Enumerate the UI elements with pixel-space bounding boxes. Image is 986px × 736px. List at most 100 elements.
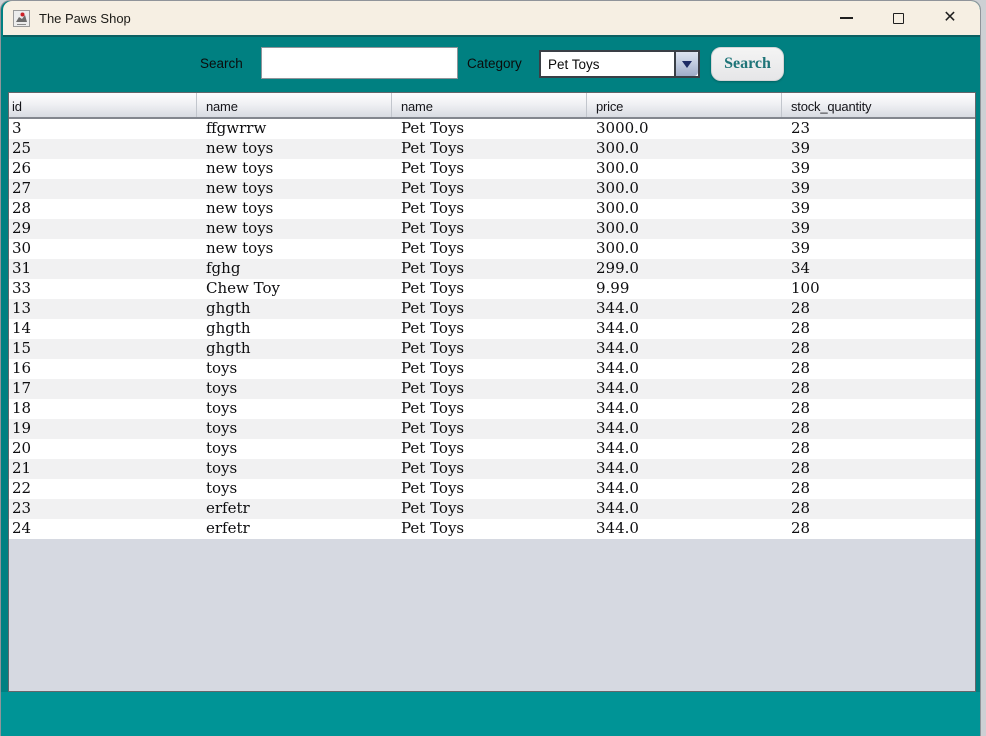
table-cell: 28 [782, 419, 974, 439]
column-header-4[interactable]: stock_quantity [782, 93, 974, 117]
table-row[interactable]: 16toysPet Toys344.028 [9, 359, 975, 379]
table-row[interactable]: 20toysPet Toys344.028 [9, 439, 975, 459]
table-cell: 23 [9, 499, 197, 519]
column-header-2[interactable]: name [392, 93, 587, 117]
window-title: The Paws Shop [39, 11, 838, 26]
table-cell: 28 [782, 439, 974, 459]
table-cell: 300.0 [587, 239, 782, 259]
table-cell: 22 [9, 479, 197, 499]
table-cell: new toys [197, 159, 392, 179]
table-cell: Pet Toys [392, 299, 587, 319]
table-cell: ghgth [197, 299, 392, 319]
table-cell: 39 [782, 199, 974, 219]
table-cell: Pet Toys [392, 179, 587, 199]
maximize-icon [893, 13, 904, 24]
table-row[interactable]: 14ghgthPet Toys344.028 [9, 319, 975, 339]
category-selected-value: Pet Toys [541, 52, 674, 76]
table-cell: 39 [782, 159, 974, 179]
table-cell: toys [197, 479, 392, 499]
table-cell: Pet Toys [392, 479, 587, 499]
close-button[interactable]: ✕ [942, 10, 958, 26]
table-cell: 344.0 [587, 359, 782, 379]
table-cell: new toys [197, 219, 392, 239]
table-cell: Pet Toys [392, 439, 587, 459]
table-row[interactable]: 27new toysPet Toys300.039 [9, 179, 975, 199]
table-cell: new toys [197, 179, 392, 199]
column-header-0[interactable]: id [9, 93, 197, 117]
minimize-icon [840, 17, 853, 19]
table-cell: fghg [197, 259, 392, 279]
table-cell: 16 [9, 359, 197, 379]
table-row[interactable]: 31fghgPet Toys299.034 [9, 259, 975, 279]
table-cell: 300.0 [587, 139, 782, 159]
category-label: Category [467, 56, 522, 71]
app-icon [13, 10, 30, 27]
table-cell: Pet Toys [392, 459, 587, 479]
column-header-3[interactable]: price [587, 93, 782, 117]
table-row[interactable]: 25new toysPet Toys300.039 [9, 139, 975, 159]
table-cell: Pet Toys [392, 359, 587, 379]
table-row[interactable]: 19toysPet Toys344.028 [9, 419, 975, 439]
table-row[interactable]: 26new toysPet Toys300.039 [9, 159, 975, 179]
table-cell: 30 [9, 239, 197, 259]
table-cell: 28 [782, 359, 974, 379]
table-cell: 19 [9, 419, 197, 439]
table-cell: Pet Toys [392, 379, 587, 399]
table-cell: Pet Toys [392, 319, 587, 339]
table-cell: 344.0 [587, 419, 782, 439]
column-header-1[interactable]: name [197, 93, 392, 117]
table-row[interactable]: 22toysPet Toys344.028 [9, 479, 975, 499]
table-cell: 29 [9, 219, 197, 239]
table-cell: 21 [9, 459, 197, 479]
combo-dropdown-button[interactable] [674, 52, 698, 76]
table-row[interactable]: 23erfetrPet Toys344.028 [9, 499, 975, 519]
table-cell: 28 [782, 499, 974, 519]
table-cell: toys [197, 359, 392, 379]
minimize-button[interactable] [838, 10, 854, 26]
table-cell: 344.0 [587, 439, 782, 459]
table-row[interactable]: 24erfetrPet Toys344.028 [9, 519, 975, 539]
table-row[interactable]: 18toysPet Toys344.028 [9, 399, 975, 419]
table-cell: 28 [782, 459, 974, 479]
table-cell: 3 [9, 119, 197, 139]
table-cell: 344.0 [587, 459, 782, 479]
table-row[interactable]: 13ghgthPet Toys344.028 [9, 299, 975, 319]
table-row[interactable]: 3ffgwrrwPet Toys3000.023 [9, 119, 975, 139]
table-cell: 28 [782, 299, 974, 319]
close-icon: ✕ [943, 10, 956, 26]
table-cell: 300.0 [587, 219, 782, 239]
search-input[interactable] [261, 47, 458, 79]
table-cell: 344.0 [587, 319, 782, 339]
table-row[interactable]: 17toysPet Toys344.028 [9, 379, 975, 399]
table-cell: toys [197, 379, 392, 399]
table-body: 3ffgwrrwPet Toys3000.02325new toysPet To… [9, 119, 975, 539]
table-cell: Pet Toys [392, 219, 587, 239]
table-row[interactable]: 15ghgthPet Toys344.028 [9, 339, 975, 359]
search-button[interactable]: Search [711, 47, 784, 81]
category-select[interactable]: Pet Toys [539, 50, 700, 78]
maximize-button[interactable] [890, 10, 906, 26]
table-cell: 344.0 [587, 399, 782, 419]
table-row[interactable]: 21toysPet Toys344.028 [9, 459, 975, 479]
table-cell: 28 [782, 519, 974, 539]
table-row[interactable]: 30new toysPet Toys300.039 [9, 239, 975, 259]
table-cell: 344.0 [587, 299, 782, 319]
table-row[interactable]: 29new toysPet Toys300.039 [9, 219, 975, 239]
table-cell: 26 [9, 159, 197, 179]
table-cell: ffgwrrw [197, 119, 392, 139]
table-cell: ghgth [197, 319, 392, 339]
window-controls: ✕ [838, 10, 958, 26]
table-cell: Pet Toys [392, 139, 587, 159]
table-cell: 28 [782, 339, 974, 359]
table-cell: 39 [782, 139, 974, 159]
table-row[interactable]: 33Chew ToyPet Toys9.99100 [9, 279, 975, 299]
table-cell: Pet Toys [392, 339, 587, 359]
table-row[interactable]: 28new toysPet Toys300.039 [9, 199, 975, 219]
table-cell: Pet Toys [392, 399, 587, 419]
table-cell: 33 [9, 279, 197, 299]
table-cell: Chew Toy [197, 279, 392, 299]
table-cell: new toys [197, 139, 392, 159]
table-cell: Pet Toys [392, 499, 587, 519]
table-cell: 17 [9, 379, 197, 399]
table-cell: 27 [9, 179, 197, 199]
